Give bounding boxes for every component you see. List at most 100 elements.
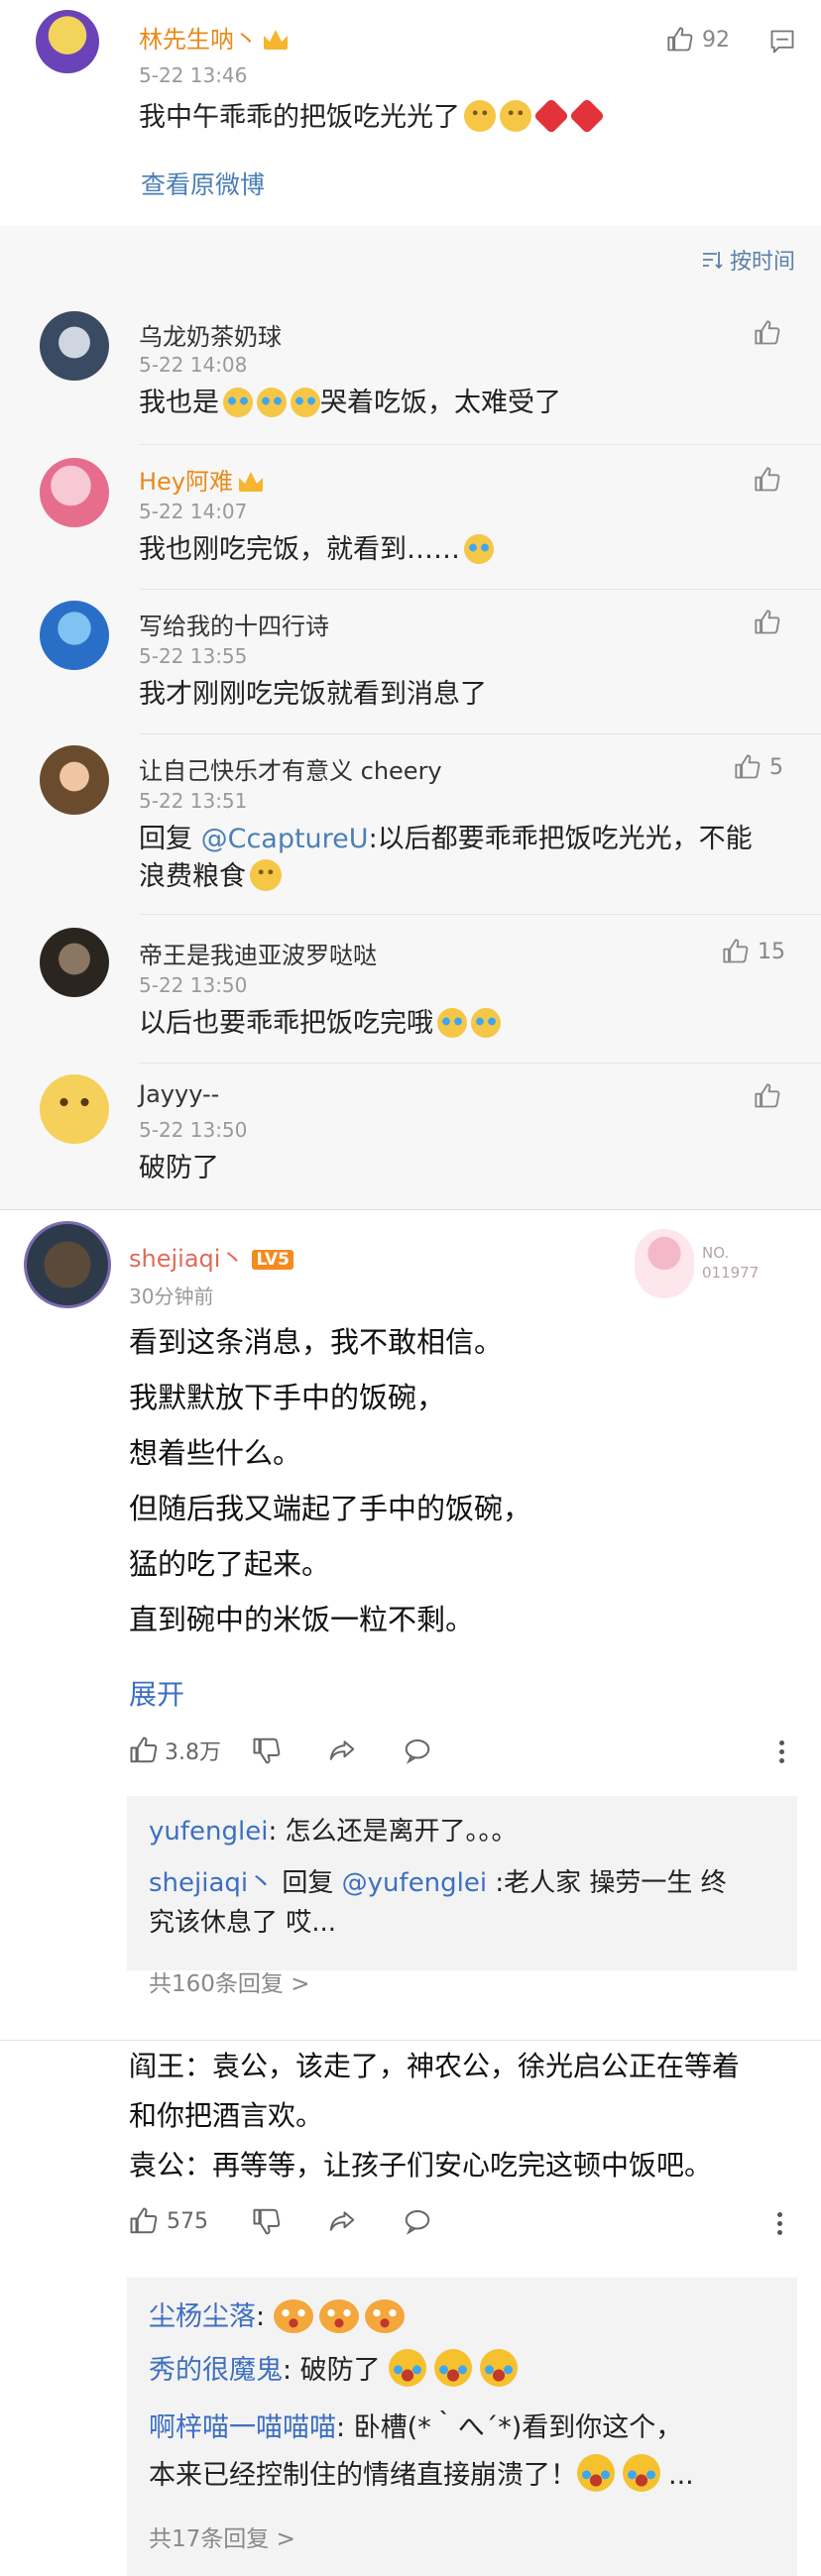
- crown-icon: [239, 472, 264, 492]
- comment-like-button[interactable]: 5: [734, 753, 783, 781]
- crying-emoji-icon: [291, 388, 320, 417]
- crying-emoji-icon: [257, 388, 287, 417]
- comment-like-button[interactable]: 15: [722, 938, 785, 965]
- avatar[interactable]: [36, 10, 99, 73]
- thumbs-up-icon: [734, 753, 762, 781]
- thread-body: 看到这条消息，我不敢相信。 我默默放下手中的饭碗， 想着些什么。 但随后我又端起…: [129, 1325, 532, 1636]
- thread2-actions: 575: [129, 2206, 432, 2236]
- avatar[interactable]: [40, 745, 109, 815]
- avatar[interactable]: [40, 928, 109, 997]
- avatar[interactable]: [40, 458, 109, 527]
- post-text: 我中午乖乖的把饭吃光光了: [139, 97, 606, 137]
- comment-like-button[interactable]: [754, 609, 781, 636]
- sad-emoji-icon: [464, 100, 496, 132]
- sort-icon: [702, 252, 723, 270]
- view-original-link[interactable]: 查看原微博: [141, 167, 265, 204]
- smile-emoji-icon: [250, 859, 282, 891]
- share-icon[interactable]: [327, 2206, 357, 2236]
- comment-thread-screenshot: shejiaqi丶 LV5 30分钟前 NO. 011977 看到这条消息，我不敢…: [0, 1209, 821, 2576]
- post-time: 5-22 13:46: [139, 63, 248, 87]
- reply-item: 尘杨尘落:: [149, 2296, 410, 2339]
- comment-like-button[interactable]: [754, 466, 781, 494]
- comment-icon[interactable]: [767, 28, 797, 56]
- avatar[interactable]: [40, 1074, 109, 1144]
- thread-username[interactable]: shejiaqi丶 LV5: [129, 1239, 293, 1274]
- thread-time: 30分钟前: [129, 1285, 214, 1308]
- thumbs-up-icon: [754, 1082, 781, 1110]
- thumbs-down-icon[interactable]: [252, 2206, 282, 2236]
- comment-text: 破防了: [139, 1153, 219, 1183]
- reply-username[interactable]: yufenglei: [149, 1817, 268, 1847]
- crying-emoji-icon: [434, 2349, 473, 2387]
- share-icon[interactable]: [327, 1736, 357, 1765]
- comment-time: 5-22 13:51: [139, 789, 248, 813]
- level-badge: LV5: [252, 1250, 293, 1270]
- crying-emoji-icon: [480, 2349, 519, 2387]
- thumbs-up-icon[interactable]: [129, 1736, 159, 1765]
- angry-emoji-icon: [273, 2299, 313, 2333]
- reply-username[interactable]: 秀的很魔鬼: [149, 2355, 283, 2386]
- comment-text: 以后也要乖乖把饭吃完哦: [139, 1005, 501, 1043]
- divider: [139, 589, 821, 590]
- more-options-icon[interactable]: [779, 1736, 785, 1767]
- reply-username[interactable]: shejiaqi丶: [149, 1868, 274, 1898]
- angry-emoji-icon: [318, 2299, 359, 2333]
- avatar[interactable]: [40, 311, 109, 381]
- reply-username[interactable]: 啊梓喵一喵喵喵: [149, 2412, 336, 2443]
- thumbs-up-icon[interactable]: [129, 2206, 159, 2236]
- crying-emoji-icon: [623, 2454, 660, 2492]
- thumbs-down-icon[interactable]: [252, 1736, 282, 1765]
- comment-time: 5-22 13:50: [139, 973, 248, 997]
- expand-link[interactable]: 展开: [129, 1673, 184, 1713]
- thumbs-up-icon: [722, 938, 750, 965]
- divider: [139, 733, 821, 734]
- reply-preview-box: yufenglei: 怎么还是离开了。。。 shejiaqi丶 回复 @yufe…: [127, 1796, 797, 1997]
- reply-username[interactable]: 尘杨尘落: [149, 2301, 256, 2332]
- comment-icon[interactable]: [403, 1736, 432, 1765]
- comment-text: 回复 @CcaptureU:以后都要乖乖把饭吃光光，不能 浪费粮食: [139, 824, 753, 892]
- crying-emoji-icon: [471, 1008, 501, 1038]
- reply-item: yufenglei: 怎么还是离开了。。。: [149, 1817, 518, 1847]
- crying-emoji-icon: [464, 534, 494, 564]
- mention-link[interactable]: @CcaptureU: [201, 824, 369, 854]
- reply-item: shejiaqi丶 回复 @yufenglei :老人家 操劳一生 终 究该休息…: [149, 1868, 727, 1938]
- crying-emoji-icon: [389, 2349, 427, 2387]
- avatar[interactable]: [40, 601, 109, 670]
- comment-username[interactable]: 写给我的十四行诗: [139, 607, 329, 641]
- reply-item: 秀的很魔鬼: 破防了: [149, 2349, 526, 2393]
- angry-emoji-icon: [364, 2299, 405, 2333]
- mention-link[interactable]: @yufenglei: [342, 1868, 487, 1898]
- comment-time: 5-22 14:08: [139, 353, 248, 377]
- comment-like-button[interactable]: [754, 1082, 781, 1110]
- divider: [139, 1063, 821, 1064]
- view-all-replies-link[interactable]: 共17条回复 >: [149, 2520, 295, 2553]
- comment-time: 5-22 13:55: [139, 644, 248, 668]
- view-all-replies-link[interactable]: 共160条回复 >: [149, 1964, 309, 1998]
- crying-emoji-icon: [577, 2454, 615, 2492]
- crying-emoji-icon: [437, 1008, 467, 1038]
- post-like-button[interactable]: 92: [666, 26, 730, 54]
- comment-username[interactable]: 乌龙奶茶奶球: [139, 317, 282, 352]
- divider: [0, 2040, 821, 2041]
- more-options-icon[interactable]: [777, 2208, 783, 2239]
- comment-like-button[interactable]: [754, 319, 781, 347]
- comment-text: 我也刚吃完饭，就看到……: [139, 531, 494, 569]
- crown-icon: [264, 30, 288, 50]
- divider: [139, 444, 821, 445]
- sort-by-time-button[interactable]: 按时间: [700, 244, 795, 276]
- divider: [139, 914, 821, 915]
- comment-username[interactable]: Jayyy--: [139, 1080, 219, 1108]
- comment-time: 5-22 14:07: [139, 500, 248, 523]
- fan-number-badge: NO. 011977: [702, 1244, 760, 1282]
- comment-username[interactable]: 让自己快乐才有意义 cheery: [139, 751, 442, 786]
- comment-text: 我也是 哭着吃饭，太难受了: [139, 388, 561, 418]
- post-username[interactable]: 林先生呐丶: [139, 20, 288, 55]
- comment-username[interactable]: 帝王是我迪亚波罗哒哒: [139, 936, 377, 970]
- thread2-body: 阎王：袁公，该走了，神农公，徐光启公正在等着 和你把酒言欢。 袁公：再等等，让孩…: [129, 2050, 741, 2182]
- comment-username[interactable]: Hey阿难: [139, 462, 264, 497]
- comment-text: 我才刚刚吃完饭就看到消息了: [139, 679, 487, 710]
- avatar[interactable]: [24, 1221, 111, 1308]
- thumbs-up-icon: [754, 609, 781, 636]
- comment-icon[interactable]: [403, 2206, 432, 2236]
- comment-time: 5-22 13:50: [139, 1118, 248, 1142]
